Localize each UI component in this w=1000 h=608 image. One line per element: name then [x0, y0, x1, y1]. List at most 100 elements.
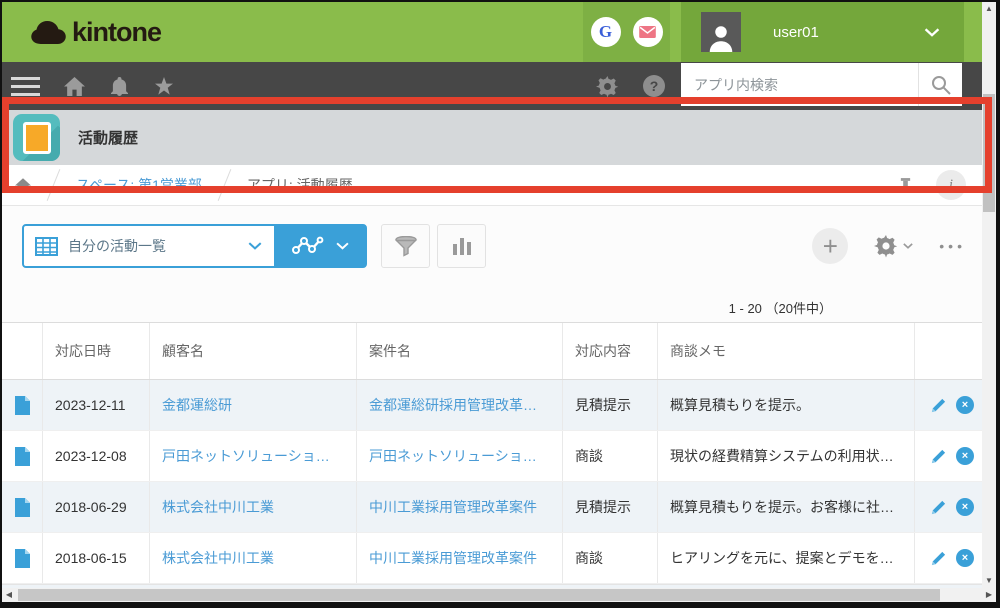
horizontal-scrollbar[interactable]: ◀ ▶	[2, 588, 996, 602]
breadcrumb: スペース: 第1営業部 アプリ: 活動履歴 i	[2, 165, 982, 206]
app-icon	[13, 114, 60, 161]
star-icon[interactable]	[154, 77, 174, 96]
table-row: 2023-12-08 戸田ネットソリューショ… 戸田ネットソリューショ… 商談 …	[2, 431, 982, 482]
record-file-icon[interactable]	[2, 431, 43, 481]
header-memo: 商談メモ	[658, 323, 915, 379]
cell-type: 見積提示	[563, 380, 658, 430]
chart-button[interactable]	[437, 224, 486, 268]
filter-button[interactable]	[381, 224, 430, 268]
cell-type: 見積提示	[563, 482, 658, 532]
page-title: 活動履歴	[78, 127, 138, 148]
cell-case-link[interactable]: 金都運総研採用管理改革…	[357, 380, 563, 430]
breadcrumb-home-icon[interactable]	[15, 178, 31, 193]
kintone-logo[interactable]: kintone	[30, 17, 161, 48]
graph-view-button[interactable]	[274, 226, 365, 266]
person-icon	[706, 22, 736, 52]
navbar-right-icons: ?	[596, 62, 665, 110]
row-actions: ×	[915, 431, 982, 481]
cell-customer-link[interactable]: 戸田ネットソリューショ…	[150, 431, 357, 481]
record-actions: + •••	[812, 224, 966, 268]
edit-icon[interactable]	[930, 448, 947, 465]
record-list-area: 自分の活動一覧	[2, 206, 982, 588]
view-selector: 自分の活動一覧	[22, 224, 367, 268]
global-navbar: ?	[2, 62, 982, 110]
global-header: kintone G user01	[2, 2, 982, 62]
chevron-down-icon	[248, 242, 262, 250]
cell-date: 2018-06-15	[43, 533, 150, 583]
vertical-scrollbar-thumb[interactable]	[983, 94, 995, 212]
gear-icon[interactable]	[596, 75, 619, 98]
view-toolbar: 自分の活動一覧	[22, 224, 486, 268]
user-name: user01	[773, 24, 819, 41]
edit-icon[interactable]	[930, 550, 947, 567]
info-icon[interactable]: i	[936, 170, 966, 200]
delete-icon[interactable]: ×	[956, 498, 974, 516]
search-input[interactable]	[681, 63, 918, 106]
cell-memo: 概算見積もりを提示。お客様に社…	[658, 482, 915, 532]
edit-icon[interactable]	[930, 499, 947, 516]
row-actions: ×	[915, 482, 982, 532]
logo-text: kintone	[72, 17, 161, 48]
cell-type: 商談	[563, 431, 658, 481]
cell-customer-link[interactable]: 株式会社中川工業	[150, 533, 357, 583]
more-options-button[interactable]: •••	[939, 238, 966, 254]
funnel-icon	[394, 236, 418, 257]
breadcrumb-space-link[interactable]: スペース: 第1営業部	[76, 175, 202, 195]
kintone-app-window: kintone G user01	[0, 0, 1000, 608]
cell-customer-link[interactable]: 株式会社中川工業	[150, 482, 357, 532]
breadcrumb-separator	[47, 169, 61, 201]
add-record-button[interactable]: +	[812, 228, 848, 264]
pagination-label: 1 - 20 （20件中）	[729, 298, 832, 317]
search-button[interactable]	[918, 63, 962, 106]
cell-memo: ヒアリングを元に、提案とデモを…	[658, 533, 915, 583]
table-header-row: 対応日時 顧客名 案件名 対応内容 商談メモ	[2, 322, 982, 380]
scroll-down-arrow[interactable]: ▼	[982, 574, 996, 588]
delete-icon[interactable]: ×	[956, 549, 974, 567]
cell-case-link[interactable]: 中川工業採用管理改革案件	[357, 482, 563, 532]
bell-icon[interactable]	[111, 77, 128, 96]
gear-icon	[874, 234, 898, 258]
chevron-down-icon	[924, 28, 940, 37]
chevron-down-icon	[903, 243, 913, 249]
cell-case-link[interactable]: 戸田ネットソリューショ…	[357, 431, 563, 481]
cell-date: 2018-06-29	[43, 482, 150, 532]
scroll-up-arrow[interactable]: ▲	[982, 2, 996, 16]
vertical-scrollbar[interactable]: ▲ ▼	[982, 2, 996, 588]
user-menu[interactable]: user01	[681, 2, 964, 62]
app-settings-button[interactable]	[874, 234, 913, 258]
header-case: 案件名	[357, 323, 563, 379]
cell-type: 商談	[563, 533, 658, 583]
delete-icon[interactable]: ×	[956, 447, 974, 465]
horizontal-scrollbar-thumb[interactable]	[18, 589, 940, 601]
cell-date: 2023-12-11	[43, 380, 150, 430]
edit-icon[interactable]	[930, 397, 947, 414]
row-actions: ×	[915, 380, 982, 430]
cell-customer-link[interactable]: 金都運総研	[150, 380, 357, 430]
app-search-box	[681, 63, 962, 106]
header-date: 対応日時	[43, 323, 150, 379]
cell-case-link[interactable]: 中川工業採用管理改革案件	[357, 533, 563, 583]
scroll-left-arrow[interactable]: ◀	[2, 588, 16, 602]
cell-date: 2023-12-08	[43, 431, 150, 481]
service-icons-block: G	[583, 2, 670, 62]
hamburger-menu-icon[interactable]	[11, 77, 40, 96]
home-icon[interactable]	[64, 77, 85, 96]
google-icon[interactable]: G	[591, 17, 621, 47]
table-row: 2023-12-11 金都運総研 金都運総研採用管理改革… 見積提示 概算見積も…	[2, 380, 982, 431]
record-file-icon[interactable]	[2, 482, 43, 532]
view-dropdown[interactable]: 自分の活動一覧	[24, 226, 274, 266]
header-actions-column	[915, 323, 982, 379]
pin-icon[interactable]	[899, 178, 912, 193]
scroll-right-arrow[interactable]: ▶	[982, 588, 996, 602]
app-header: 活動履歴	[2, 110, 982, 165]
header-customer: 顧客名	[150, 323, 357, 379]
cell-memo: 現状の経費精算システムの利用状…	[658, 431, 915, 481]
search-icon	[931, 75, 951, 95]
cell-memo: 概算見積もりを提示。	[658, 380, 915, 430]
record-file-icon[interactable]	[2, 533, 43, 583]
record-file-icon[interactable]	[2, 380, 43, 430]
mail-icon[interactable]	[633, 17, 663, 47]
help-icon[interactable]: ?	[643, 75, 665, 97]
delete-icon[interactable]: ×	[956, 396, 974, 414]
table-row: 2018-06-29 株式会社中川工業 中川工業採用管理改革案件 見積提示 概算…	[2, 482, 982, 533]
